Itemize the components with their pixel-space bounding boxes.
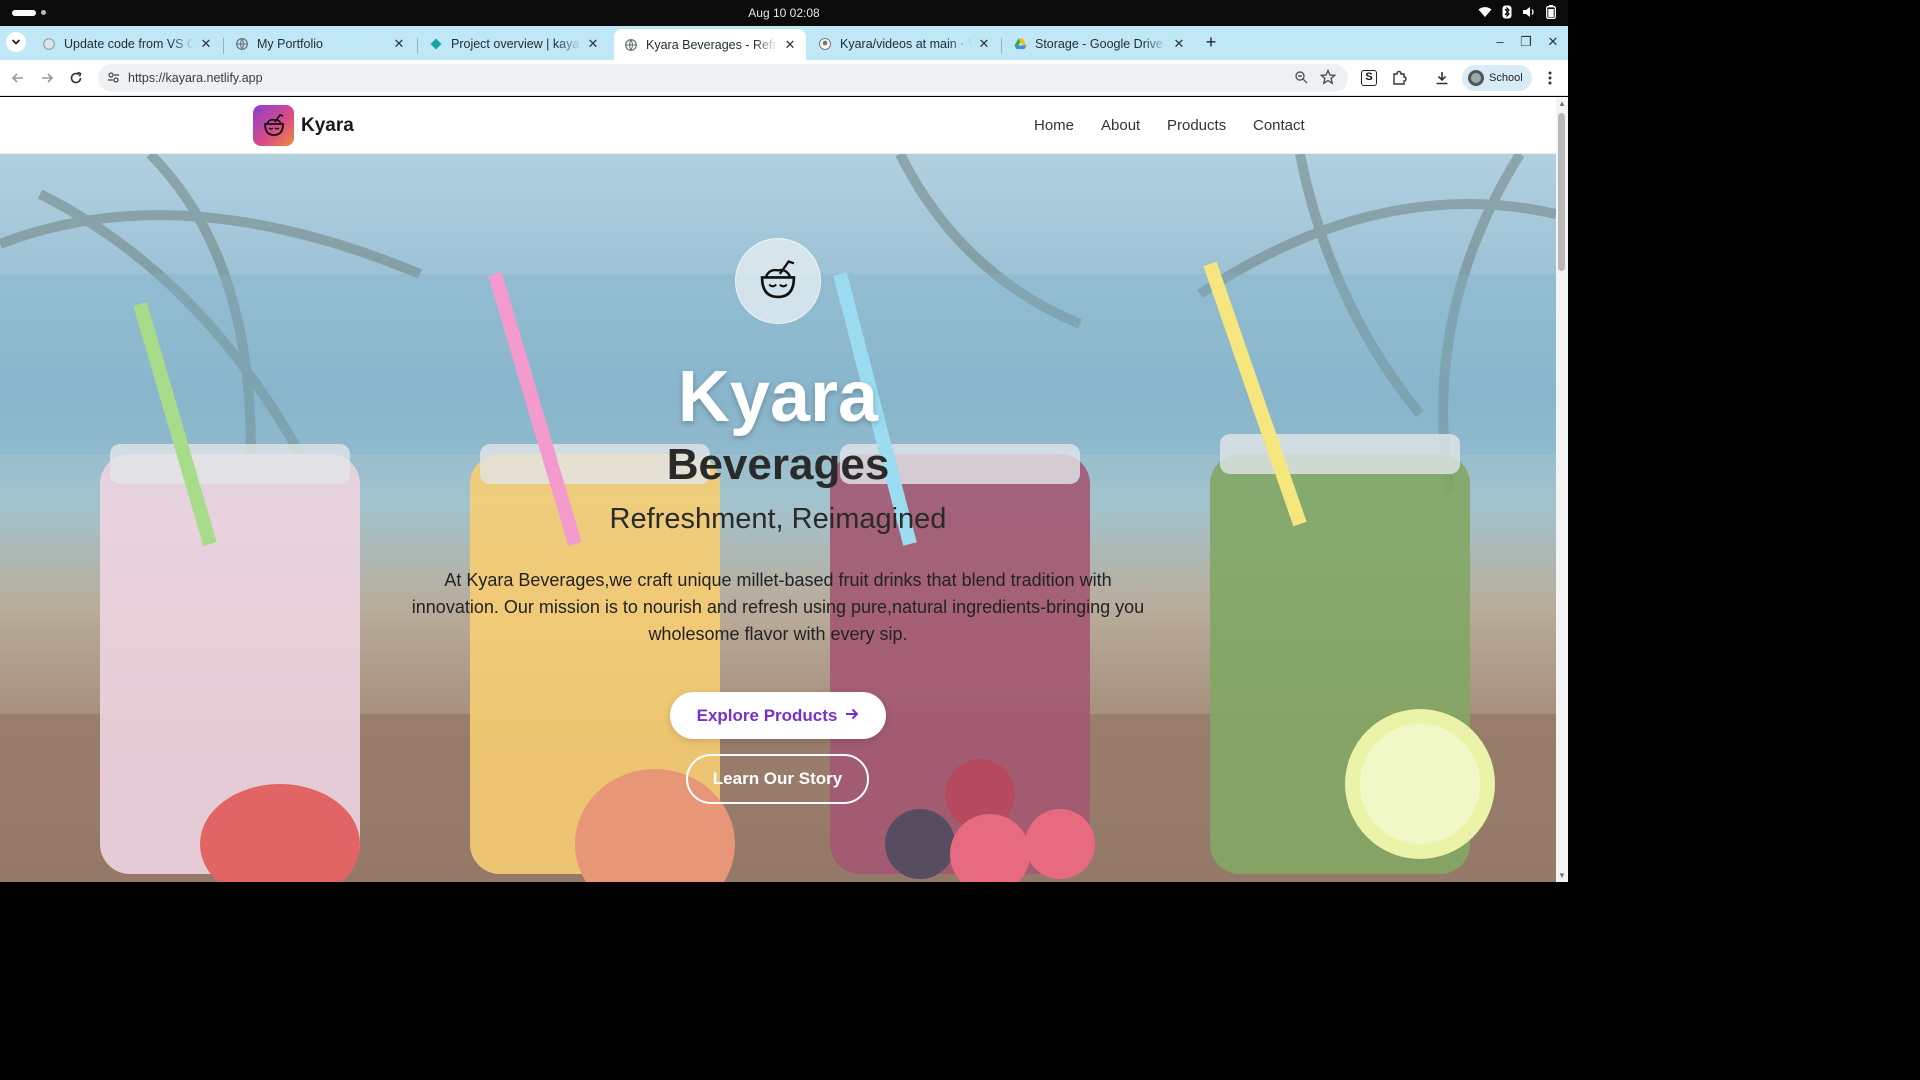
- tab-strip: Update code from VS Co ✕ My Portfolio ✕ …: [0, 26, 1568, 60]
- wifi-icon: [1478, 6, 1492, 18]
- nav-contact-link[interactable]: Contact: [1253, 117, 1305, 134]
- download-icon[interactable]: [1432, 68, 1452, 88]
- tab-title: Kyara/videos at main · Vij: [840, 37, 972, 51]
- explore-products-button[interactable]: Explore Products: [670, 692, 886, 739]
- learn-our-story-button[interactable]: Learn Our Story: [686, 754, 869, 804]
- scrollbar-thumb[interactable]: [1558, 113, 1565, 271]
- arrow-right-icon: [845, 706, 859, 726]
- zoom-icon[interactable]: [1294, 70, 1308, 89]
- system-clock[interactable]: Aug 10 02:08: [0, 6, 1568, 20]
- tab-title: My Portfolio: [257, 37, 323, 51]
- tab-title: Update code from VS Co: [64, 37, 194, 51]
- nav-home-link[interactable]: Home: [1034, 117, 1074, 134]
- netlify-icon: [429, 37, 443, 51]
- more-menu-icon[interactable]: [1540, 68, 1560, 88]
- close-tab-icon[interactable]: ✕: [391, 36, 407, 52]
- github-icon: [818, 37, 832, 51]
- page-viewport: Kyara Home About Products Contact Kyara …: [0, 97, 1556, 882]
- restore-icon[interactable]: ❐: [1518, 34, 1534, 50]
- tab-google-drive[interactable]: Storage - Google Drive ✕: [1003, 30, 1195, 58]
- tab-kyara-beverages[interactable]: Kyara Beverages - Refres ✕: [614, 29, 806, 60]
- bookmark-star-icon[interactable]: [1319, 68, 1337, 90]
- scroll-down-icon[interactable]: ▼: [1558, 871, 1566, 880]
- globe-icon: [624, 38, 638, 52]
- google-drive-icon: [1013, 37, 1027, 51]
- forward-icon[interactable]: [37, 68, 57, 88]
- extension-s-icon[interactable]: S: [1361, 70, 1377, 86]
- tab-kyara-videos[interactable]: Kyara/videos at main · Vij ✕: [808, 30, 1000, 58]
- close-tab-icon[interactable]: ✕: [198, 36, 214, 52]
- brand-name[interactable]: Kyara: [301, 115, 354, 137]
- page-scrollbar[interactable]: ▲ ▼: [1556, 97, 1568, 882]
- chevron-down-icon: [11, 33, 21, 51]
- brand-logo[interactable]: [253, 105, 294, 146]
- profile-button[interactable]: School: [1462, 65, 1532, 91]
- tab-title: Kyara Beverages - Refres: [646, 37, 778, 52]
- tab-divider: [223, 38, 224, 54]
- avatar: [1468, 70, 1484, 86]
- volume-icon: [1522, 6, 1536, 18]
- system-tray[interactable]: [1478, 5, 1556, 19]
- tab-my-portfolio[interactable]: My Portfolio ✕: [225, 30, 415, 58]
- tab-update-code[interactable]: Update code from VS Co ✕: [32, 30, 222, 58]
- hero-section: Kyara Beverages Refreshment, Reimagined …: [0, 154, 1556, 882]
- learn-our-story-label: Learn Our Story: [712, 769, 843, 788]
- close-tab-icon[interactable]: ✕: [1171, 36, 1187, 52]
- url-text: https://kayara.netlify.app: [128, 71, 263, 85]
- reload-icon[interactable]: [66, 68, 86, 88]
- address-bar[interactable]: https://kayara.netlify.app: [98, 64, 1348, 92]
- coconut-drink-icon: [263, 113, 284, 136]
- close-tab-icon[interactable]: ✕: [976, 36, 992, 52]
- scroll-up-icon[interactable]: ▲: [1558, 99, 1566, 108]
- new-tab-button[interactable]: +: [1201, 32, 1221, 52]
- tab-divider: [417, 38, 418, 54]
- nav-about-link[interactable]: About: [1101, 117, 1140, 134]
- os-top-bar: Aug 10 02:08: [0, 0, 1568, 26]
- hero-emblem: [735, 238, 821, 324]
- hero-description: At Kyara Beverages,we craft unique mille…: [411, 570, 1145, 644]
- explore-products-label: Explore Products: [696, 705, 838, 725]
- browser-toolbar: https://kayara.netlify.app S School: [0, 60, 1568, 96]
- hero-tagline: Refreshment, Reimagined: [609, 503, 947, 535]
- globe-icon: [235, 37, 249, 51]
- close-window-icon[interactable]: ✕: [1545, 34, 1561, 50]
- tab-title: Project overview | kayara: [451, 37, 581, 51]
- coconut-drink-icon: [760, 260, 796, 299]
- globe-icon: [42, 37, 56, 51]
- bluetooth-icon: [1502, 5, 1512, 19]
- tab-search-button[interactable]: [6, 32, 26, 52]
- site-navbar: Kyara Home About Products Contact: [0, 97, 1556, 154]
- hero-subtitle: Beverages: [666, 440, 890, 489]
- close-tab-icon[interactable]: ✕: [585, 36, 601, 52]
- battery-icon: [1546, 5, 1556, 19]
- minimize-icon[interactable]: –: [1492, 34, 1508, 49]
- site-info-icon[interactable]: [107, 71, 120, 89]
- nav-products-link[interactable]: Products: [1167, 117, 1226, 134]
- profile-label: School: [1489, 72, 1523, 84]
- tab-project-overview[interactable]: Project overview | kayara ✕: [419, 30, 609, 58]
- tab-divider: [1001, 38, 1002, 54]
- hero-title: Kyara: [677, 357, 879, 437]
- close-tab-icon[interactable]: ✕: [782, 37, 798, 53]
- tab-title: Storage - Google Drive: [1035, 37, 1163, 51]
- back-icon[interactable]: [8, 68, 28, 88]
- extensions-puzzle-icon[interactable]: [1389, 68, 1409, 88]
